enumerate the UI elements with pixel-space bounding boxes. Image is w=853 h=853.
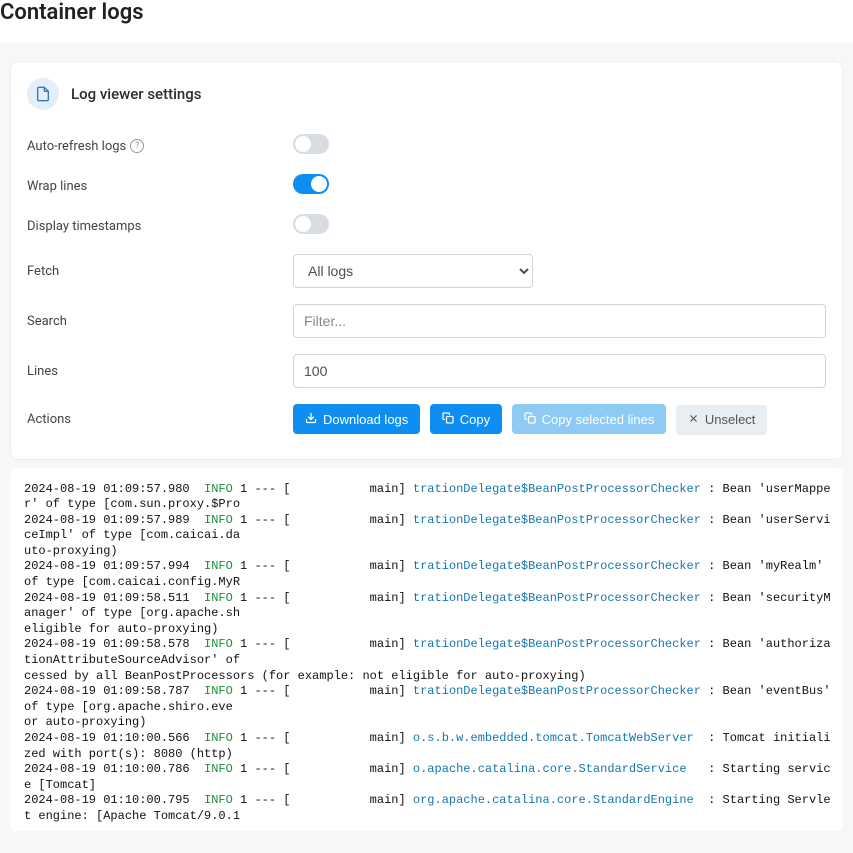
- panel-title: Log viewer settings: [71, 85, 201, 103]
- log-line: 2024-08-19 01:10:00.786 INFO 1 --- [ mai…: [24, 762, 837, 793]
- log-line: 2024-08-19 01:10:00.566 INFO 1 --- [ mai…: [24, 731, 837, 762]
- fetch-label: Fetch: [27, 264, 293, 279]
- wrap-lines-label: Wrap lines: [27, 179, 293, 194]
- log-line: 2024-08-19 01:09:58.578 INFO 1 --- [ mai…: [24, 637, 837, 668]
- lines-input[interactable]: [293, 354, 826, 388]
- wrap-lines-toggle[interactable]: [293, 174, 329, 194]
- copy-icon: [442, 412, 454, 426]
- download-icon: [305, 412, 317, 426]
- timestamps-toggle[interactable]: [293, 214, 329, 234]
- help-icon[interactable]: ?: [130, 139, 144, 153]
- download-logs-button[interactable]: Download logs: [293, 404, 420, 434]
- fetch-select[interactable]: All logs: [293, 254, 533, 288]
- actions-label: Actions: [27, 412, 293, 427]
- auto-refresh-label: Auto-refresh logs ?: [27, 139, 293, 154]
- panel-header: Log viewer settings: [27, 78, 826, 110]
- log-line-continuation: cessed by all BeanPostProcessors (for ex…: [24, 669, 837, 685]
- log-line: 2024-08-19 01:09:58.511 INFO 1 --- [ mai…: [24, 591, 837, 622]
- copy-icon: [524, 412, 536, 426]
- search-input[interactable]: [293, 304, 826, 338]
- log-line: 2024-08-19 01:09:57.994 INFO 1 --- [ mai…: [24, 559, 837, 590]
- log-line-continuation: or auto-proxying): [24, 715, 837, 731]
- log-output[interactable]: 2024-08-19 01:09:57.980 INFO 1 --- [ mai…: [10, 468, 843, 831]
- close-icon: [688, 413, 699, 426]
- unselect-button[interactable]: Unselect: [676, 405, 768, 435]
- copy-button[interactable]: Copy: [430, 404, 502, 434]
- log-settings-panel: Log viewer settings Auto-refresh logs ? …: [10, 61, 843, 460]
- page-title: Container logs: [0, 0, 853, 43]
- log-line-continuation: uto-proxying): [24, 544, 837, 560]
- copy-selected-button[interactable]: Copy selected lines: [512, 404, 667, 434]
- timestamps-label: Display timestamps: [27, 219, 293, 234]
- log-line: 2024-08-19 01:09:58.787 INFO 1 --- [ mai…: [24, 684, 837, 715]
- search-label: Search: [27, 314, 293, 329]
- log-line: 2024-08-19 01:10:00.795 INFO 1 --- [ mai…: [24, 793, 837, 824]
- log-line: 2024-08-19 01:09:57.989 INFO 1 --- [ mai…: [24, 513, 837, 544]
- file-icon: [27, 78, 59, 110]
- lines-label: Lines: [27, 364, 293, 379]
- log-line-continuation: eligible for auto-proxying): [24, 622, 837, 638]
- log-line: 2024-08-19 01:09:57.980 INFO 1 --- [ mai…: [24, 482, 837, 513]
- auto-refresh-toggle[interactable]: [293, 134, 329, 154]
